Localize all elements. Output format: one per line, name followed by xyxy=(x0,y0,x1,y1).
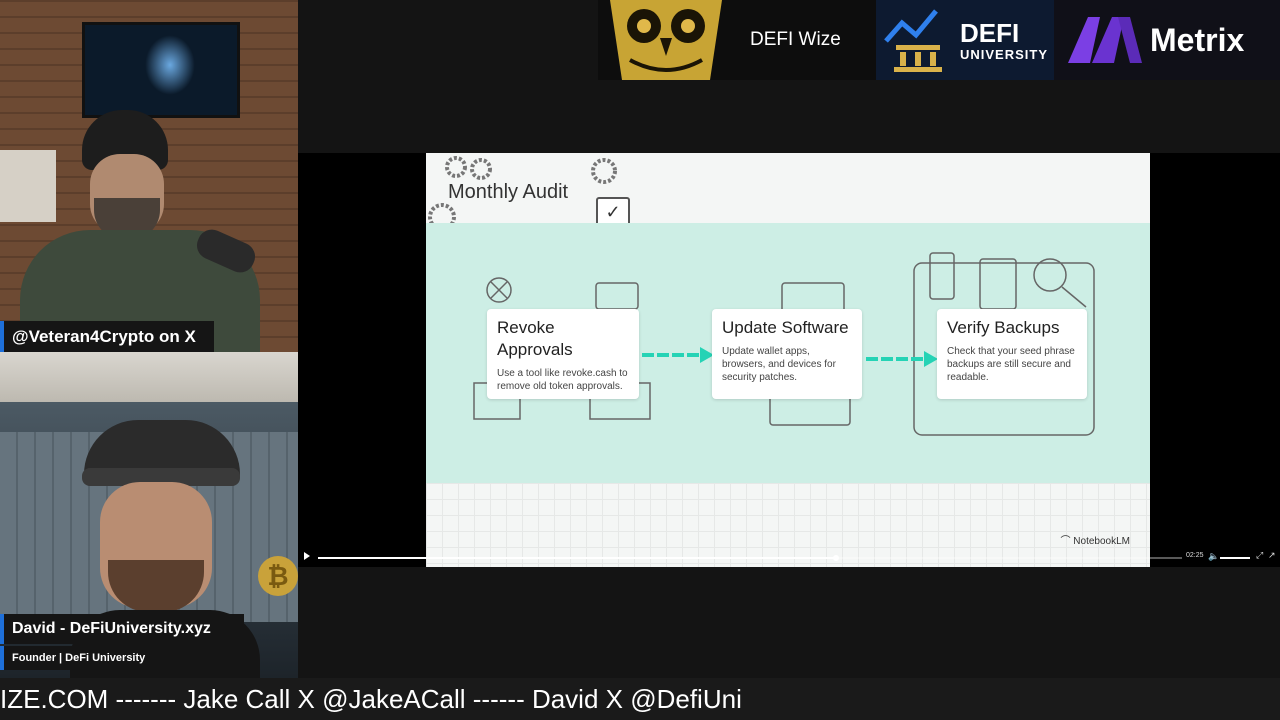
guest-name: David - DeFiUniversity.xyz xyxy=(12,620,211,637)
step-title: Revoke Approvals xyxy=(497,318,573,359)
fullscreen-icon[interactable]: ⤢ xyxy=(1256,550,1263,561)
notebooklm-watermark: ⌒ NotebookLM xyxy=(1061,532,1130,547)
ticker-text: IZE.COM ------- Jake Call X @JakeACall -… xyxy=(0,684,742,714)
time-readout: 02:25 xyxy=(1186,552,1204,559)
guest-name-bar: David - DeFiUniversity.xyz xyxy=(0,614,244,644)
host-name-bar: @Veteran4Crypto on X xyxy=(0,321,214,352)
volume-slider[interactable] xyxy=(1220,557,1250,559)
share-icon[interactable]: ↗ xyxy=(1268,550,1276,561)
step-card-revoke: Revoke Approvals Use a tool like revoke.… xyxy=(487,309,639,399)
arrow-right-icon xyxy=(642,347,714,363)
camera-divider xyxy=(0,352,298,402)
notebooklm-label: NotebookLM xyxy=(1073,536,1130,547)
defi-university-title: DEFI xyxy=(960,17,1020,48)
audit-steps-panel: Revoke Approvals Use a tool like revoke.… xyxy=(426,223,1150,483)
step-title: Update Software xyxy=(722,318,849,337)
metrix-text: Metrix xyxy=(1150,21,1245,58)
guest-title-bar: Founder | DeFi University xyxy=(0,646,156,670)
sponsor-logo-bar: DEFI Wize DEFI UNIVERSITY Metrix xyxy=(598,0,1280,80)
scrolling-ticker: IZE.COM ------- Jake Call X @JakeACall -… xyxy=(0,678,1280,720)
slide-title: Monthly Audit xyxy=(448,181,569,203)
step-description: Update wallet apps, browsers, and device… xyxy=(722,346,836,383)
host-figure xyxy=(20,110,260,352)
video-player[interactable]: ✓ Monthly Audit Revoke Approvals Use a t… xyxy=(298,153,1280,567)
notebooklm-icon: ⌒ xyxy=(1060,536,1074,547)
step-card-verify: Verify Backups Check that your seed phra… xyxy=(937,309,1087,399)
owl-icon xyxy=(610,0,722,80)
bitcoin-coin-icon: ₿ xyxy=(258,556,298,596)
seek-handle[interactable] xyxy=(833,555,840,561)
tv-screen xyxy=(82,22,240,118)
step-title: Verify Backups xyxy=(947,318,1060,337)
defi-wize-text: DEFI Wize xyxy=(750,29,841,50)
step-description: Use a tool like revoke.cash to remove ol… xyxy=(497,368,628,392)
play-button[interactable] xyxy=(304,552,310,560)
guest-title: Founder | DeFi University xyxy=(12,652,146,664)
pillar-chart-icon xyxy=(884,9,942,72)
seek-bar-fill xyxy=(318,557,837,559)
step-description: Check that your seed phrase backups are … xyxy=(947,346,1075,383)
webcam-guest-bottom: ₿ David - DeFiUniversity.xyz Founder | D… xyxy=(0,402,298,678)
metrix-logo: Metrix xyxy=(1054,0,1280,80)
presentation-slide: ✓ Monthly Audit Revoke Approvals Use a t… xyxy=(426,153,1150,567)
host-handle: @Veteran4Crypto on X xyxy=(12,327,196,346)
webcam-host-top: @Veteran4Crypto on X xyxy=(0,0,298,352)
defi-university-logo: DEFI UNIVERSITY xyxy=(876,0,1054,80)
volume-icon[interactable]: 🔈 xyxy=(1208,551,1219,562)
defi-university-subtitle: UNIVERSITY xyxy=(960,46,1049,62)
defi-wize-logo: DEFI Wize xyxy=(598,0,876,80)
seek-bar[interactable] xyxy=(318,555,1182,561)
arrow-right-icon xyxy=(866,351,938,367)
player-controls: 02:25 🔈 ⤢ ↗ xyxy=(298,549,1280,567)
step-card-update: Update Software Update wallet apps, brow… xyxy=(712,309,862,399)
metrix-m-icon xyxy=(1068,17,1142,63)
